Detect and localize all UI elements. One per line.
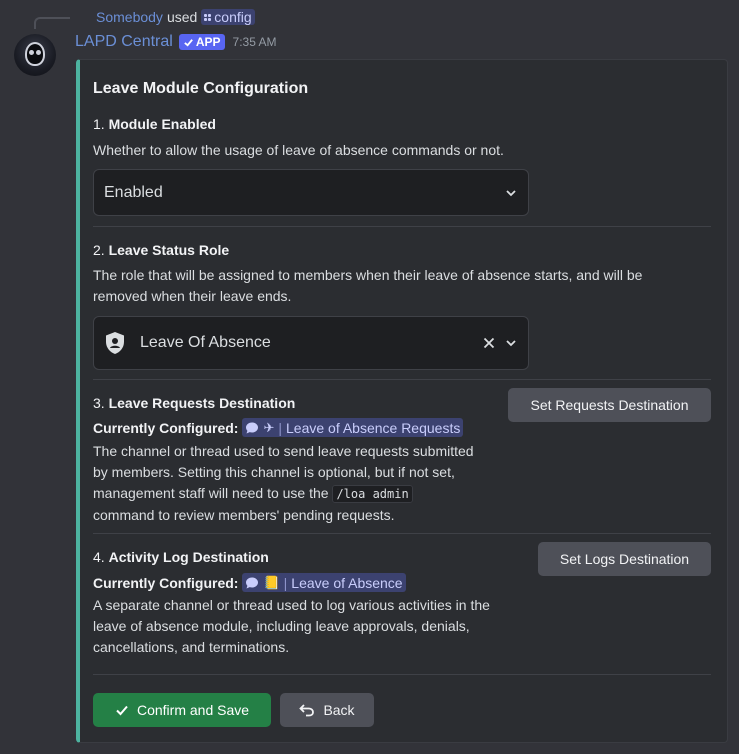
section-2-heading: 2. Leave Status Role (93, 242, 229, 258)
message-header: LAPD Central APP 7:35 AM (75, 33, 277, 51)
separator: | (278, 419, 282, 436)
divider (93, 226, 711, 227)
shield-icon (106, 332, 124, 354)
avatar-eye (29, 50, 34, 55)
thread-bubble-icon (246, 577, 259, 588)
description-line: leave of absence module, including leave… (93, 618, 470, 634)
reply-used-text: used (166, 9, 198, 25)
avatar-eye (36, 50, 41, 55)
reply-connector (34, 17, 70, 29)
check-icon (116, 705, 128, 716)
bot-avatar[interactable] (14, 34, 56, 76)
back-button[interactable]: Back (280, 693, 374, 727)
section-3-description: The channel or thread used to send leave… (93, 441, 474, 526)
configured-label: Currently Configured: (93, 419, 239, 436)
undo-arrow-icon (299, 704, 315, 717)
channel-mention-requests[interactable]: ✈ | Leave of Absence Requests (242, 418, 464, 437)
thread-bubble-icon (246, 422, 259, 433)
divider (93, 674, 711, 675)
select-value: Leave Of Absence (140, 334, 271, 351)
description-line: The role that will be assigned to member… (93, 267, 643, 283)
embed-title: Leave Module Configuration (93, 80, 309, 97)
confirm-and-save-button[interactable]: Confirm and Save (93, 693, 271, 727)
module-enabled-select[interactable]: Enabled (93, 169, 529, 216)
section-title: Activity Log Destination (108, 549, 269, 565)
author-name[interactable]: LAPD Central (75, 33, 173, 51)
section-1-description: Whether to allow the usage of leave of a… (93, 142, 504, 158)
clear-icon[interactable] (482, 336, 496, 350)
description-line: A separate channel or thread used to log… (93, 597, 490, 613)
leave-role-select[interactable]: Leave Of Absence (93, 316, 529, 370)
timestamp: 7:35 AM (232, 35, 277, 49)
button-label: Confirm and Save (136, 702, 250, 718)
section-title: Module Enabled (108, 116, 216, 132)
channel-mention-log[interactable]: 📒 | Leave of Absence (242, 573, 406, 592)
section-2-description: The role that will be assigned to member… (93, 265, 642, 307)
section-3-heading: 3. Leave Requests Destination (93, 395, 295, 411)
section-4-configured: Currently Configured: 📒 | Leave of Absen… (93, 573, 406, 592)
description-line: The channel or thread used to send leave… (93, 443, 474, 459)
section-1-heading: 1. Module Enabled (93, 116, 216, 132)
set-requests-destination-button[interactable]: Set Requests Destination (508, 388, 711, 422)
section-number: 1. (93, 116, 105, 132)
section-4-heading: 4. Activity Log Destination (93, 549, 269, 565)
divider (93, 379, 711, 380)
description-line: cancellations, and terminations. (93, 639, 290, 655)
section-4-description: A separate channel or thread used to log… (93, 595, 490, 658)
section-number: 4. (93, 549, 105, 565)
channel-name: Leave of Absence Requests (286, 419, 461, 436)
description-text: management staff will need to use the (93, 485, 329, 501)
embed-card: Leave Module Configuration 1. Module Ena… (76, 59, 728, 743)
airplane-emoji: ✈ (263, 419, 275, 435)
avatar-face (25, 42, 45, 66)
select-value: Enabled (104, 183, 163, 201)
app-badge-label: APP (195, 35, 221, 49)
description-line: removed when their leave ends. (93, 288, 292, 304)
description-line: command to review members' pending reque… (93, 507, 395, 523)
verified-check-icon (184, 38, 193, 47)
command-name: config (214, 9, 252, 25)
app-badge: APP (178, 34, 225, 50)
inline-code: /loa admin (332, 485, 413, 503)
command-mention[interactable]: config (201, 9, 255, 25)
chevron-down-icon (506, 189, 516, 196)
reply-user[interactable]: Somebody (96, 9, 163, 25)
description-line: by members. Setting this channel is opti… (93, 464, 455, 480)
set-logs-destination-button[interactable]: Set Logs Destination (538, 542, 711, 576)
reply-context: Somebody used config (96, 9, 255, 25)
configured-label: Currently Configured: (93, 574, 239, 591)
section-title: Leave Status Role (108, 242, 230, 258)
section-number: 3. (93, 395, 105, 411)
channel-name: Leave of Absence (291, 574, 403, 591)
description-line: management staff will need to use the /l… (93, 483, 474, 505)
ledger-emoji: 📒 (263, 574, 280, 590)
section-number: 2. (93, 242, 105, 258)
section-3-configured: Currently Configured: ✈ | Leave of Absen… (93, 418, 464, 437)
divider (93, 533, 711, 534)
chevron-down-icon (506, 340, 516, 347)
button-label: Back (323, 702, 355, 718)
separator: | (283, 574, 288, 591)
slash-command-icon (204, 13, 212, 21)
section-title: Leave Requests Destination (108, 395, 296, 411)
